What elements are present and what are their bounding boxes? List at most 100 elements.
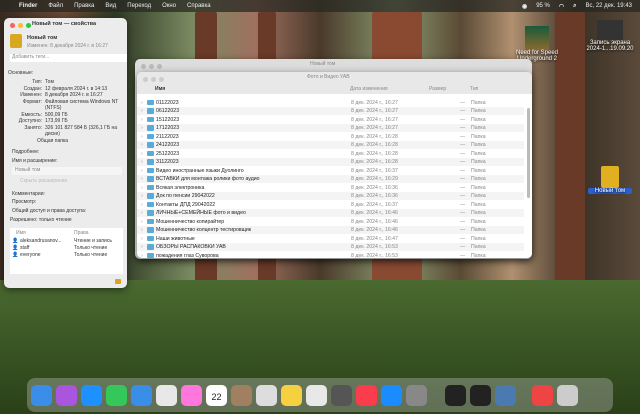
- disclosure-icon[interactable]: ›: [141, 117, 143, 123]
- shared-folder-checkbox[interactable]: Общая папка: [37, 138, 68, 144]
- disclosure-icon[interactable]: ›: [141, 176, 143, 182]
- activity-monitor-icon[interactable]: [445, 384, 466, 406]
- appstore-icon[interactable]: [381, 384, 402, 406]
- section-more[interactable]: Подробнее:: [12, 149, 39, 155]
- file-row[interactable]: › 25122023 8 дек. 2024 г., 16:28 — Папка: [137, 149, 524, 158]
- column-date[interactable]: Дата изменения: [350, 86, 388, 92]
- menu-finder[interactable]: Finder: [19, 3, 37, 9]
- photos-icon[interactable]: [181, 384, 202, 406]
- file-date: 8 дек. 2024 г., 16:27: [351, 108, 398, 114]
- disclosure-icon[interactable]: ›: [141, 159, 143, 165]
- preview-icon[interactable]: [495, 384, 516, 406]
- file-row[interactable]: › Контакты ДПД 29042022 8 дек. 2024 г., …: [137, 200, 524, 209]
- file-row[interactable]: › 06122023 8 дек. 2024 г., 16:27 — Папка: [137, 106, 524, 115]
- battery-percent[interactable]: 95 %: [536, 3, 550, 9]
- music-icon[interactable]: [356, 384, 377, 406]
- file-row[interactable]: › Док по пенсии 29042022 8 дек. 2024 г.,…: [137, 191, 524, 200]
- desktop-icon-volume[interactable]: Новый том: [588, 166, 632, 194]
- search-icon[interactable]: ⌕: [573, 3, 576, 10]
- tags-input[interactable]: Добавить теги...: [10, 54, 127, 62]
- section-name-ext[interactable]: Имя и расширение:: [12, 158, 57, 164]
- hide-extension-checkbox[interactable]: Скрыть расширение: [20, 178, 67, 184]
- disclosure-icon[interactable]: ›: [141, 236, 143, 242]
- column-name[interactable]: Имя: [155, 86, 165, 92]
- file-row[interactable]: › Мошенничество колцентр тестировщик 8 д…: [137, 225, 524, 234]
- scrollbar[interactable]: [527, 108, 530, 198]
- file-row[interactable]: › 31122023 8 дек. 2024 г., 16:28 — Папка: [137, 157, 524, 166]
- perm-rights[interactable]: Только чтение: [74, 245, 107, 251]
- maps-icon[interactable]: [156, 384, 177, 406]
- disclosure-icon[interactable]: ›: [141, 108, 143, 114]
- folder-icon: [147, 218, 154, 224]
- disclosure-icon[interactable]: ›: [141, 193, 143, 199]
- disclosure-icon[interactable]: ›: [141, 134, 143, 140]
- trash-icon[interactable]: [557, 384, 578, 406]
- status-icon[interactable]: ◉: [522, 3, 527, 10]
- lock-icon[interactable]: [115, 279, 121, 284]
- menu-file[interactable]: Файл: [48, 3, 63, 9]
- disclosure-icon[interactable]: ›: [141, 125, 143, 131]
- file-row[interactable]: › 24122023 8 дек. 2024 г., 16:28 — Папка: [137, 140, 524, 149]
- mail-icon[interactable]: [131, 384, 152, 406]
- perm-rights[interactable]: Только чтение: [74, 252, 107, 258]
- app-icon[interactable]: [532, 384, 553, 406]
- disclosure-icon[interactable]: ›: [141, 202, 143, 208]
- freeform-icon[interactable]: [306, 384, 327, 406]
- file-row[interactable]: › 15122023 8 дек. 2024 г., 16:27 — Папка: [137, 115, 524, 124]
- column-type[interactable]: Тип: [470, 86, 478, 92]
- disclosure-icon[interactable]: ›: [141, 244, 143, 250]
- file-row[interactable]: › ВСТАВКИ для монтажа ролики фото аудио …: [137, 174, 524, 183]
- launchpad-icon[interactable]: [56, 384, 77, 406]
- file-row[interactable]: › ОБЗОРЫ РАСПАКОВКИ УАВ 8 дек. 2024 г., …: [137, 242, 524, 251]
- disclosure-icon[interactable]: ›: [141, 219, 143, 225]
- contacts-icon[interactable]: [231, 384, 252, 406]
- desktop-icon-recording[interactable]: Запись экрана 2024-1...19.09.20: [582, 20, 638, 52]
- disclosure-icon[interactable]: ›: [141, 185, 143, 191]
- disclosure-icon[interactable]: ›: [141, 168, 143, 174]
- file-date: 8 дек. 2024 г., 16:27: [351, 125, 398, 131]
- disclosure-icon[interactable]: ›: [141, 142, 143, 148]
- section-general[interactable]: Основные:: [8, 70, 33, 76]
- file-type: Папка: [471, 252, 486, 259]
- column-size[interactable]: Размер: [429, 86, 446, 92]
- screenshot-icon[interactable]: [331, 384, 352, 406]
- terminal-icon[interactable]: [470, 384, 491, 406]
- file-row[interactable]: › 17122023 8 дек. 2024 г., 16:27 — Папка: [137, 123, 524, 132]
- disclosure-icon[interactable]: ›: [141, 227, 143, 233]
- file-row[interactable]: › 21122023 8 дек. 2024 г., 16:28 — Папка: [137, 132, 524, 141]
- desktop-icon-nfs[interactable]: Need for Speed Underground 2: [512, 26, 562, 62]
- file-row[interactable]: › ЛИЧНЫЕ+СЕМЕЙНЫЕ фото и видео 8 дек. 20…: [137, 208, 524, 217]
- disclosure-icon[interactable]: ›: [141, 210, 143, 216]
- section-preview[interactable]: Просмотр:: [12, 199, 36, 205]
- disclosure-icon[interactable]: ›: [141, 151, 143, 157]
- name-field[interactable]: Новый том: [12, 167, 122, 175]
- wifi-icon[interactable]: ◠: [559, 3, 564, 10]
- menu-help[interactable]: Справка: [187, 3, 211, 9]
- settings-icon[interactable]: [406, 384, 427, 406]
- perm-rights[interactable]: Чтение и запись: [74, 238, 112, 244]
- menu-edit[interactable]: Правка: [74, 3, 94, 9]
- section-comments[interactable]: Комментарии:: [12, 191, 45, 197]
- file-row[interactable]: › Наши животные 8 дек. 2024 г., 16:47 — …: [137, 234, 524, 243]
- datetime[interactable]: Вс, 22 дек. 19:43: [586, 3, 633, 9]
- menu-go[interactable]: Переход: [127, 3, 151, 9]
- folder-icon: [147, 125, 154, 131]
- file-row[interactable]: › пожадения глаз Суворова 8 дек. 2024 г.…: [137, 251, 524, 258]
- file-row[interactable]: › Всякая электроника 8 дек. 2024 г., 16:…: [137, 183, 524, 192]
- calendar-icon[interactable]: 22: [206, 384, 227, 406]
- messages-icon[interactable]: [106, 384, 127, 406]
- safari-icon[interactable]: [81, 384, 102, 406]
- reminders-icon[interactable]: [256, 384, 277, 406]
- finder-icon[interactable]: [31, 384, 52, 406]
- file-row[interactable]: › Мошенничество копирайтер 8 дек. 2024 г…: [137, 217, 524, 226]
- file-row[interactable]: › Видео иностранные языки Дуолинго 8 дек…: [137, 166, 524, 175]
- user-icon: 👤: [12, 238, 19, 244]
- menu-view[interactable]: Вид: [105, 3, 116, 9]
- notes-icon[interactable]: [281, 384, 302, 406]
- file-row[interactable]: › 01122023 8 дек. 2024 г., 16:27 — Папка: [137, 98, 524, 107]
- section-sharing[interactable]: Общий доступ и права доступа:: [12, 208, 86, 214]
- disclosure-icon[interactable]: ›: [141, 100, 143, 106]
- field-value: Файловая система Windows NT (NTFS): [45, 98, 119, 112]
- menu-window[interactable]: Окно: [162, 3, 176, 9]
- disclosure-icon[interactable]: ›: [141, 253, 143, 259]
